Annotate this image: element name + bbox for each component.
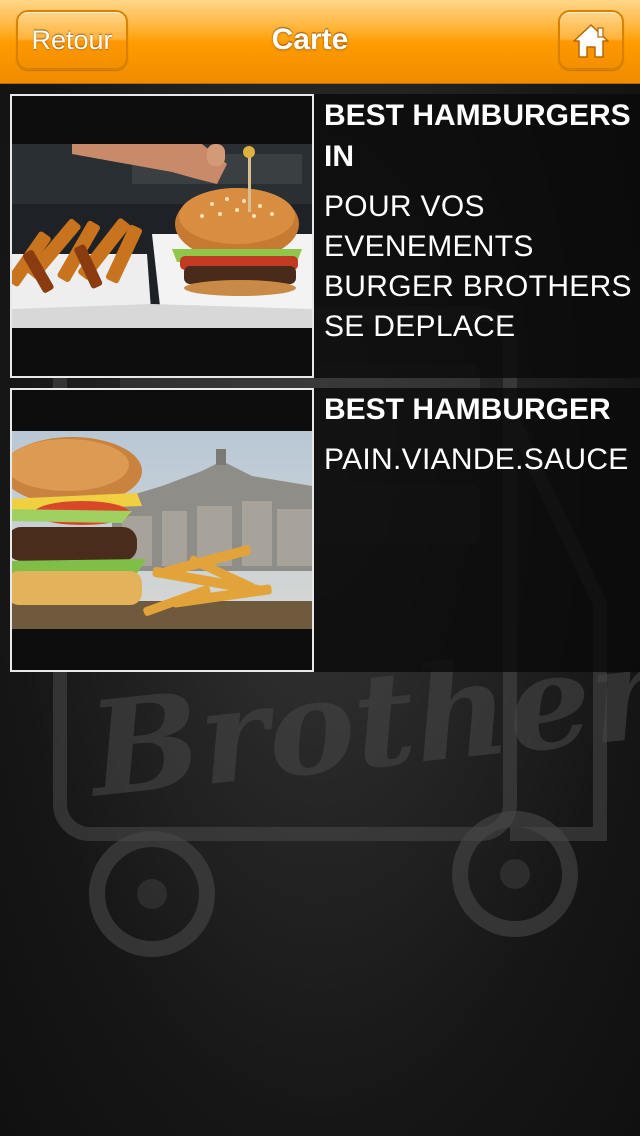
item-title: BEST HAMBURGERS IN [324,99,631,173]
item-title: BEST HAMBURGER [324,393,611,426]
burger-and-fries-photo [12,144,312,328]
list-item[interactable]: BEST HAMBURGER PAIN.VIANDE.SAUCE [10,388,640,672]
screen: Brothers Retour Carte BEST HAMBURGERS IN… [0,0,640,1136]
item-text: BEST HAMBURGERS IN POUR VOS EVENEMENTS B… [324,94,640,378]
home-button[interactable] [558,10,624,70]
item-description: PAIN.VIANDE.SAUCE [324,443,629,476]
back-button[interactable]: Retour [16,10,128,70]
list-item[interactable]: BEST HAMBURGERS IN POUR VOS EVENEMENTS B… [10,94,640,378]
item-text: BEST HAMBURGER PAIN.VIANDE.SAUCE [324,388,640,672]
nav-bar: Retour Carte [0,0,640,84]
home-icon [573,24,609,58]
page-title: Carte [271,23,349,56]
item-thumbnail [10,94,314,378]
back-button-label: Retour [31,25,113,55]
item-thumbnail [10,388,314,672]
burger-city-view-photo [12,431,312,629]
item-description: POUR VOS EVENEMENTS BURGER BROTHERS SE D… [324,190,632,343]
